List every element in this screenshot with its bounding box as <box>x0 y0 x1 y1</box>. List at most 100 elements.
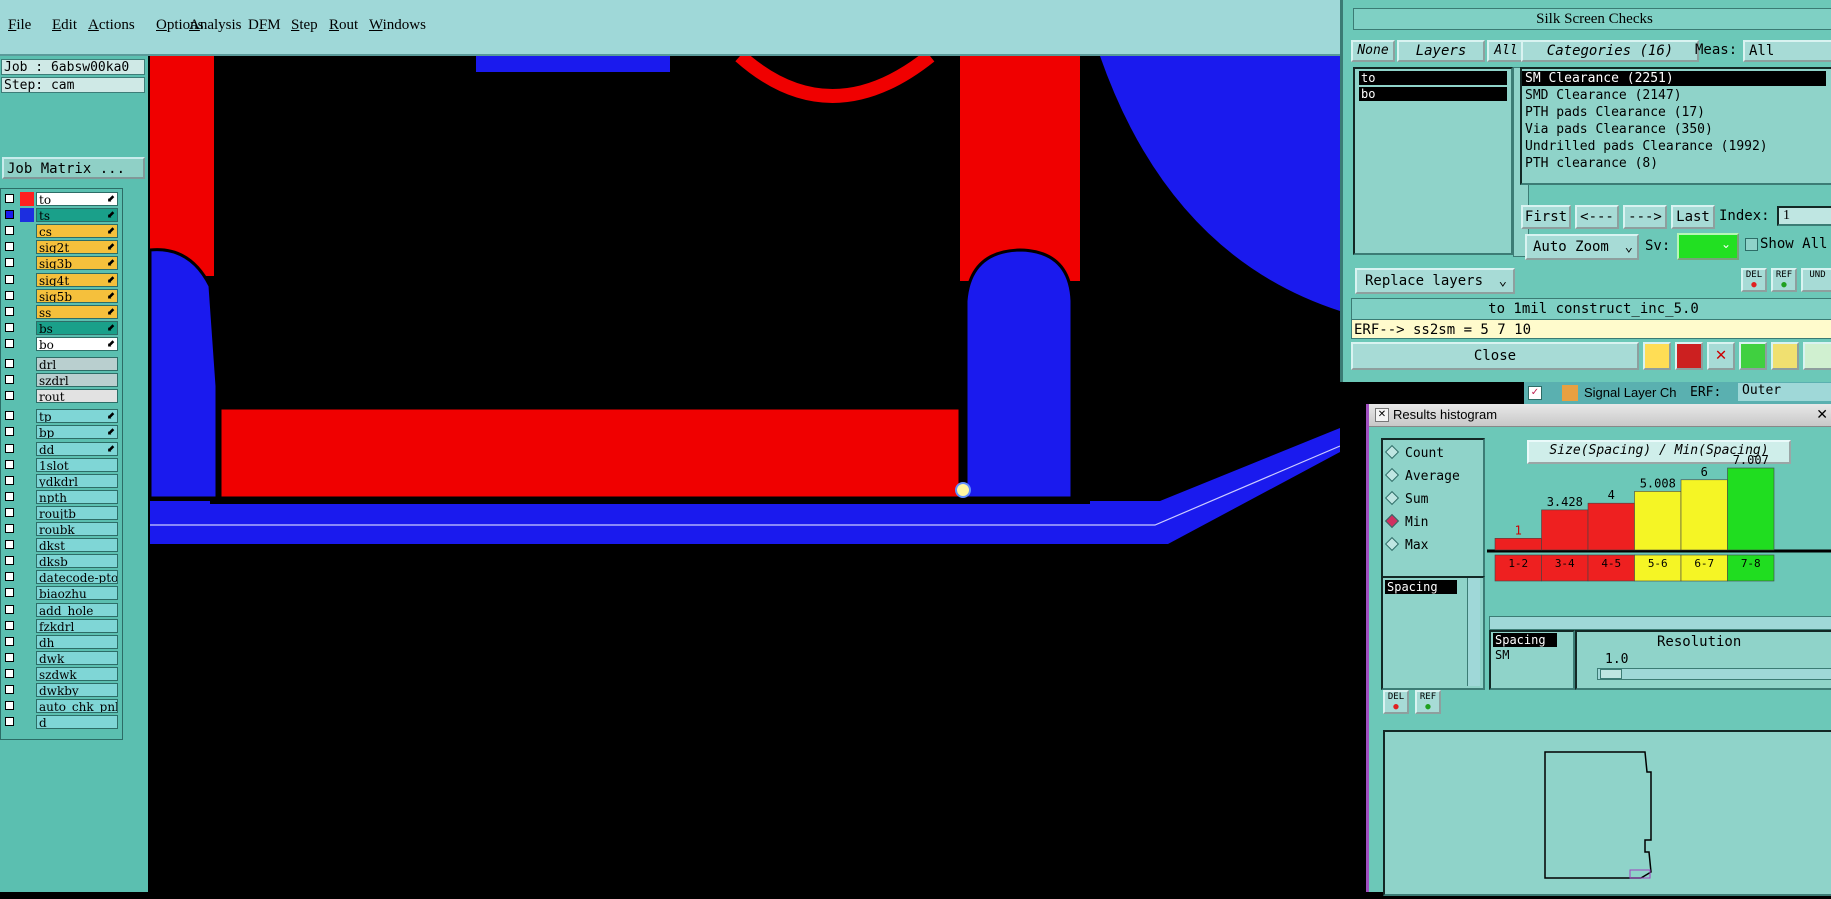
none-button[interactable]: None <box>1351 40 1395 62</box>
layer-name[interactable]: dd ⬋ <box>36 441 118 456</box>
layer-color-swatch[interactable] <box>20 208 34 223</box>
sv-color-select[interactable]: ⌄ <box>1677 233 1739 260</box>
job-matrix-button[interactable]: Job Matrix ... <box>2 157 145 179</box>
auto-zoom-select[interactable]: Auto Zoom ⌄ <box>1525 234 1639 260</box>
histogram-icon[interactable] <box>1803 342 1831 370</box>
layer-checkbox[interactable] <box>5 507 14 517</box>
histogram-bar[interactable] <box>1541 509 1589 551</box>
layer-row-roubk[interactable]: roubk <box>3 522 120 536</box>
layer-row-dksb[interactable]: dksb <box>3 554 120 569</box>
layer-name[interactable]: bs ⬋ <box>36 320 118 335</box>
category-item[interactable]: Via pads Clearance (350) <box>1522 122 1831 137</box>
layer-checkbox[interactable] <box>5 459 14 469</box>
option-sum[interactable]: Sum <box>1384 490 1428 507</box>
silk-layer-item[interactable]: bo <box>1359 87 1507 101</box>
param-list[interactable]: Spacing SM <box>1489 630 1575 690</box>
prev-button[interactable]: <--- <box>1575 205 1619 229</box>
layer-name[interactable]: 1slot <box>36 457 118 472</box>
number-icon[interactable] <box>1739 342 1767 370</box>
measure-scrollbar[interactable] <box>1467 578 1480 686</box>
layer-checkbox[interactable] <box>5 604 14 614</box>
layer-row-bp[interactable]: bp ⬋ <box>3 425 120 440</box>
layer-checkbox[interactable] <box>5 375 14 385</box>
menu-item-windows[interactable]: Windows <box>369 17 426 34</box>
layer-row-rout[interactable]: rout <box>3 389 120 404</box>
layer-checkbox[interactable] <box>5 701 14 711</box>
replace-layers-button[interactable]: Replace layers ⌄ <box>1355 268 1515 294</box>
layer-row-ss[interactable]: ss ⬋ <box>3 304 120 319</box>
layer-row-auto_chk_pnl[interactable]: auto_chk_pnl <box>3 699 120 714</box>
param-item[interactable]: SM <box>1493 648 1557 662</box>
signal-erf-value[interactable]: Outer <box>1738 383 1831 401</box>
layer-checkbox[interactable] <box>5 524 14 533</box>
option-count[interactable]: Count <box>1384 444 1444 461</box>
layer-name[interactable]: roubk <box>36 522 118 536</box>
layer-row-sig5b[interactable]: sig5b ⬋ <box>3 288 120 303</box>
index-input[interactable]: 1 <box>1777 206 1831 226</box>
layer-name[interactable]: fzkdrl <box>36 618 118 633</box>
silk-layer-item[interactable]: to <box>1359 71 1507 85</box>
category-list[interactable]: SM Clearance (2251) SMD Clearance (2147) P… <box>1520 67 1831 185</box>
layer-row-dkst[interactable]: dkst <box>3 538 120 553</box>
layer-checkbox[interactable] <box>5 359 14 368</box>
layer-checkbox[interactable] <box>5 668 14 678</box>
layer-name[interactable]: ts ⬋ <box>36 208 118 223</box>
layer-row-1slot[interactable]: 1slot <box>3 457 120 472</box>
menu-item-dfm[interactable]: DFM <box>248 17 281 34</box>
show-all-checkbox[interactable] <box>1745 238 1758 251</box>
histogram-bar[interactable] <box>1634 491 1682 551</box>
error-marker[interactable] <box>955 482 971 498</box>
radio-diamond-icon[interactable] <box>1384 536 1400 552</box>
undo-icon[interactable]: UND <box>1801 268 1831 292</box>
layer-row-dd[interactable]: dd ⬋ <box>3 441 120 456</box>
layer-checkbox[interactable] <box>5 443 14 453</box>
layer-checkbox[interactable] <box>5 322 14 332</box>
last-button[interactable]: Last <box>1671 205 1715 229</box>
layer-name[interactable]: sig5b ⬋ <box>36 288 118 303</box>
layer-row-d[interactable]: d <box>3 715 120 730</box>
layer-checkbox[interactable] <box>5 556 14 566</box>
layer-checkbox[interactable] <box>5 391 14 401</box>
layer-name[interactable]: to ⬋ <box>36 192 118 206</box>
layer-name[interactable]: dwkby <box>36 683 118 697</box>
layer-checkbox[interactable] <box>5 210 14 220</box>
signal-checkbox[interactable]: ✓ <box>1528 386 1542 400</box>
layer-checkbox[interactable] <box>5 338 14 348</box>
layer-name[interactable]: cs ⬋ <box>36 224 118 239</box>
layer-name[interactable]: szdwk <box>36 666 118 681</box>
layer-color-swatch[interactable] <box>20 192 34 206</box>
category-item[interactable]: PTH pads Clearance (17) <box>1522 105 1831 120</box>
layer-row-to[interactable]: to ⬋ <box>3 192 120 206</box>
layer-name[interactable]: d <box>36 715 118 730</box>
option-average[interactable]: Average <box>1384 467 1460 484</box>
layer-row-bo[interactable]: bo ⬋ <box>3 336 120 351</box>
menu-item-rout[interactable]: Rout <box>329 17 358 34</box>
layer-checkbox[interactable] <box>5 620 14 630</box>
option-min[interactable]: Min <box>1384 513 1428 530</box>
close-icon[interactable]: ✕ <box>1816 406 1828 423</box>
menu-item-edit[interactable]: Edit <box>52 17 77 34</box>
layer-name[interactable]: bo ⬋ <box>36 336 118 351</box>
layer-checkbox[interactable] <box>5 258 14 268</box>
layer-checkbox[interactable] <box>5 636 14 646</box>
layer-name[interactable]: sig2t ⬋ <box>36 240 118 255</box>
graphics-canvas[interactable] <box>150 56 1340 892</box>
layer-checkbox[interactable] <box>5 475 14 485</box>
layer-checkbox[interactable] <box>5 226 14 236</box>
histogram-bar[interactable] <box>1494 537 1542 551</box>
layer-name[interactable]: dh <box>36 634 118 649</box>
layer-row-roujtb[interactable]: roujtb <box>3 505 120 520</box>
layer-name[interactable]: add_hole <box>36 602 118 617</box>
measure-item[interactable]: Spacing <box>1385 580 1457 594</box>
slider-thumb[interactable] <box>1600 669 1622 679</box>
radio-diamond-icon[interactable] <box>1384 490 1400 506</box>
marker-icon[interactable] <box>1675 342 1703 370</box>
category-item[interactable]: SM Clearance (2251) <box>1522 71 1826 86</box>
layer-row-sig3b[interactable]: sig3b ⬋ <box>3 256 120 271</box>
layer-checkbox[interactable] <box>5 652 14 662</box>
layer-row-szdwk[interactable]: szdwk <box>3 666 120 681</box>
layer-name[interactable]: datecode-pto <box>36 570 118 585</box>
menu-item-file[interactable]: File <box>8 17 31 34</box>
layer-checkbox[interactable] <box>5 411 14 421</box>
layer-row-szdrl[interactable]: szdrl <box>3 373 120 388</box>
